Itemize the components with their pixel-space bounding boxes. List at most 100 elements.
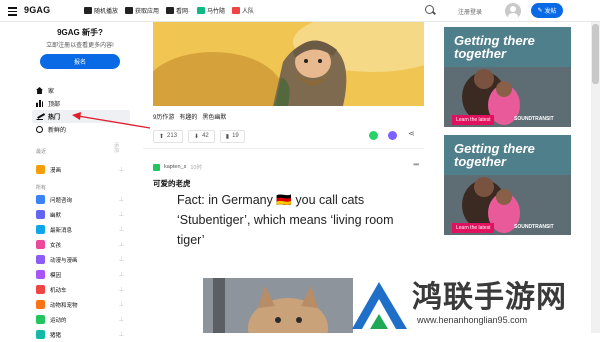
trending-icon xyxy=(36,113,43,120)
all-label: 所有 xyxy=(36,185,47,191)
post-actions: ⬆ 213 ⬇ 42 ▮ 19 ⋖ xyxy=(153,128,424,144)
author-avatar[interactable] xyxy=(153,163,160,171)
shuffle-icon xyxy=(84,7,92,14)
top-nav: 随机播放 获取应用 看网· 马竹隨 人队 xyxy=(84,6,254,15)
sidebar-item-home[interactable]: 家 xyxy=(36,84,130,97)
search-icon[interactable] xyxy=(425,5,434,14)
pin-icon[interactable]: ⊥ xyxy=(119,226,124,233)
ad-headline: Getting there together xyxy=(454,33,535,61)
comic-icon xyxy=(36,165,45,174)
sidebar: 9GAG 新手? 立即注册以查看更多内容! 报名 家 顶部 热门 新鲜的 最近 … xyxy=(30,22,130,339)
signup-title: 9GAG 新手? xyxy=(57,28,103,37)
pin-icon[interactable]: ⊥ xyxy=(119,271,124,278)
game-icon xyxy=(197,7,206,14)
category-icon xyxy=(36,270,45,279)
category-item[interactable]: 女孩 ⊥ xyxy=(36,237,130,252)
nav-shuffle[interactable]: 随机播放 xyxy=(84,6,118,15)
ad-cta-button[interactable]: Learn the latest xyxy=(452,223,495,233)
whatsapp-icon[interactable] xyxy=(369,131,378,140)
watermark: 鸿联手游网 www.henanhonglian95.com xyxy=(347,270,600,333)
category-list: 问题咨询 ⊥ 幽默 ⊥ 最新消息 ⊥ 女孩 ⊥ 动漫与漫画 ⊥ 模因 ⊥ 机动车 ⊥ 动物和宠… xyxy=(36,192,130,342)
tag[interactable]: 9历作游 xyxy=(153,112,174,121)
pencil-icon: ✎ xyxy=(537,8,543,14)
logo[interactable]: 9GAG xyxy=(24,5,50,15)
recent-item-comic[interactable]: 漫画 ⊥ xyxy=(36,162,130,177)
pin-icon[interactable]: ⊥ xyxy=(119,256,124,263)
scrollbar-thumb[interactable] xyxy=(592,24,599,84)
category-item[interactable]: 运动的 ⊥ xyxy=(36,312,130,327)
pin-icon[interactable]: ⊥ xyxy=(119,301,124,308)
more-icon[interactable]: ••• xyxy=(413,160,419,169)
ad-cta-button[interactable]: Learn the latest xyxy=(452,115,495,125)
post-header: kapten_s 10时 xyxy=(153,163,202,171)
category-item[interactable]: 模因 ⊥ xyxy=(36,267,130,282)
meme-text: Fact: in Germany 🇩🇪 you call cats ‘Stube… xyxy=(177,193,394,247)
category-icon xyxy=(36,285,45,294)
login-link[interactable]: 注册登录 xyxy=(458,7,482,16)
sidebar-item-top[interactable]: 顶部 xyxy=(36,97,130,110)
category-icon xyxy=(36,330,45,339)
top-bar: 9GAG 随机播放 获取应用 看网· 马竹隨 人队 注册登录 ✎ 发帖 xyxy=(0,0,600,22)
home-icon xyxy=(36,87,43,94)
cat-photo xyxy=(203,278,353,333)
upvote-button[interactable]: ⬆ 213 xyxy=(153,129,184,143)
watermark-url: www.henanhonglian95.com xyxy=(417,315,528,325)
category-item[interactable]: 问题咨询 ⊥ xyxy=(36,192,130,207)
ad-headline: Getting there together xyxy=(454,141,535,169)
nav-item-3[interactable]: 看网· xyxy=(166,6,190,15)
comment-icon: ▮ xyxy=(225,133,230,140)
clock-icon xyxy=(36,126,43,133)
grid-icon xyxy=(166,7,175,14)
signup-subtitle: 立即注册以查看更多内容! xyxy=(46,43,114,49)
category-item[interactable]: 幽默 ⊥ xyxy=(36,207,130,222)
author-name[interactable]: kapten_s xyxy=(164,164,186,170)
tag[interactable]: 有趣的 xyxy=(179,112,197,121)
pin-icon[interactable]: ⊥ xyxy=(119,211,124,218)
cartoon-illustration xyxy=(153,22,424,106)
recent-label: 最近 xyxy=(36,149,47,155)
post-title[interactable]: 可爱的老虎 xyxy=(153,178,191,189)
pin-icon[interactable]: ⊥ xyxy=(119,331,124,338)
category-item[interactable]: 最新消息 ⊥ xyxy=(36,222,130,237)
category-icon xyxy=(36,300,45,309)
messenger-icon[interactable] xyxy=(388,131,397,140)
comment-button[interactable]: ▮ 19 xyxy=(219,129,245,143)
sidebar-nav: 家 顶部 热门 新鲜的 xyxy=(32,84,130,136)
recent-pin-label[interactable]: 添加 xyxy=(114,144,122,154)
chart-icon xyxy=(36,100,43,107)
avatar[interactable] xyxy=(505,3,521,19)
menu-icon[interactable] xyxy=(8,7,17,16)
category-item[interactable]: 动漫与漫画 ⊥ xyxy=(36,252,130,267)
signup-card: 9GAG 新手? 立即注册以查看更多内容! 报名 xyxy=(30,22,130,76)
ad-banner[interactable]: Getting there together Learn the latest … xyxy=(444,27,571,127)
nav-item-5[interactable]: 人队 xyxy=(232,6,254,15)
phone-icon xyxy=(125,7,134,14)
category-item[interactable]: 动物和宠物 ⊥ xyxy=(36,297,130,312)
category-icon xyxy=(36,225,45,234)
pin-icon[interactable]: ⊥ xyxy=(119,316,124,323)
pin-icon[interactable]: ⊥ xyxy=(119,241,124,248)
arrow-down-icon: ⬇ xyxy=(194,133,200,140)
sidebar-item-trending[interactable]: 热门 xyxy=(32,110,130,123)
post-image[interactable] xyxy=(153,22,424,106)
post-time: 10时 xyxy=(190,165,202,171)
recent-list: 漫画 ⊥ xyxy=(36,162,130,177)
sidebar-item-fresh[interactable]: 新鲜的 xyxy=(36,123,130,136)
tag[interactable]: 黑色幽默 xyxy=(202,112,226,121)
pin-icon[interactable]: ⊥ xyxy=(119,196,124,203)
nav-item-4[interactable]: 马竹隨 xyxy=(197,6,225,15)
share-icon[interactable]: ⋖ xyxy=(408,129,417,138)
post-button[interactable]: ✎ 发帖 xyxy=(531,3,563,18)
post-divider xyxy=(143,148,424,156)
pin-icon[interactable]: ⊥ xyxy=(119,166,124,173)
signup-button[interactable]: 报名 xyxy=(40,54,120,69)
watermark-logo xyxy=(352,282,407,329)
nav-get-app[interactable]: 获取应用 xyxy=(125,6,159,15)
pin-icon[interactable]: ⊥ xyxy=(119,286,124,293)
ad-banner[interactable]: Getting there together Learn the latest … xyxy=(444,135,571,235)
category-icon xyxy=(36,210,45,219)
downvote-button[interactable]: ⬇ 42 xyxy=(188,129,215,143)
shop-icon xyxy=(232,7,241,14)
category-item[interactable]: 机动车 ⊥ xyxy=(36,282,130,297)
category-item[interactable]: 猪猪 ⊥ xyxy=(36,327,130,342)
